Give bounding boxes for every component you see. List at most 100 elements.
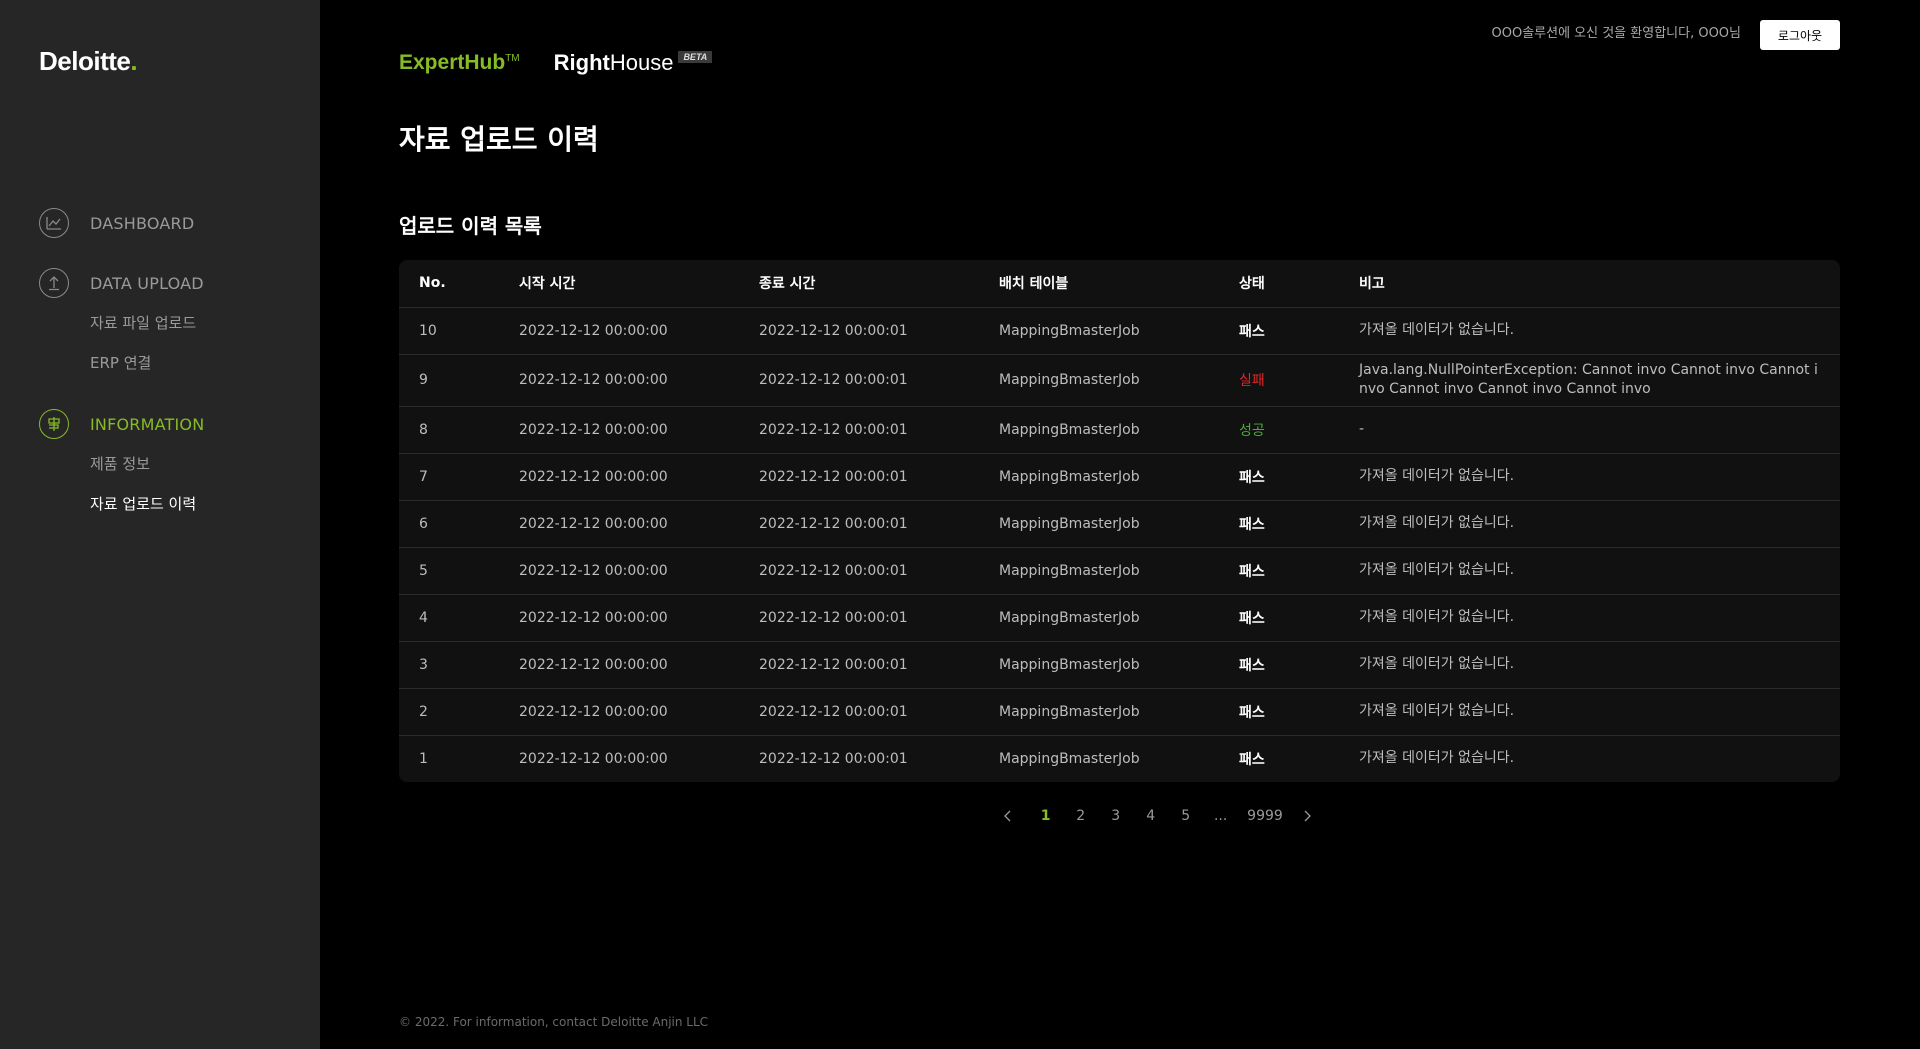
cell-no: 4 [399,594,499,642]
experthub-text: ExpertHub [399,51,506,74]
page-number-button[interactable]: 3 [1107,808,1124,824]
nav-title-dashboard: DASHBOARD [90,213,195,233]
cell-end-time: 2022-12-12 00:00:01 [759,750,908,767]
nav-item-dashboard[interactable]: DASHBOARD [39,207,194,239]
cell-batch-table: MappingBmasterJob [979,641,1219,689]
cell-note: 가져올 데이터가 없습니다. [1339,307,1840,355]
table-row: 2 2022-12-12 00:00:00 2022-12-12 00:00:01 M… [399,688,1840,736]
page-number-button[interactable]: 9999 [1247,808,1283,824]
righthouse-bold: Right [553,50,610,75]
nav-title-information: INFORMATION [90,414,205,434]
cell-end-time: 2022-12-12 00:00:01 [739,453,979,501]
chevron-left-icon [1004,810,1011,822]
cell-status: 성공 [1219,406,1339,454]
cell-start-time: 2022-12-12 00:00:00 [499,453,739,501]
cell-start-time: 2022-12-12 00:00:00 [499,547,739,595]
page-number-button[interactable]: 4 [1142,808,1159,824]
cell-note: 가져올 데이터가 없습니다. [1339,453,1840,501]
logo-dot: . [130,46,138,76]
nav-sub-erp-connect[interactable]: ERP 연결 [90,343,204,383]
righthouse-logo[interactable]: RightHouse [554,50,674,76]
cell-no: 8 [399,406,499,454]
cell-end-time: 2022-12-12 00:00:01 [739,500,979,548]
cell-note: - [1339,406,1840,454]
cell-start-time: 2022-12-12 00:00:00 [519,750,668,767]
cell-batch-table: MappingBmasterJob [979,406,1219,454]
page-number-button[interactable]: 1 [1037,808,1054,824]
page-number-button[interactable]: 5 [1177,808,1194,824]
cell-end-time: 2022-12-12 00:00:01 [739,594,979,642]
product-brand: ExpertHubTM RightHouse BETA [399,50,713,76]
nav-group-data-upload: DATA UPLOAD 자료 파일 업로드 ERP 연결 [39,267,204,383]
experthub-logo[interactable]: ExpertHubTM [399,51,520,75]
cell-note: 가져올 데이터가 없습니다. [1339,594,1840,642]
page-number-button[interactable]: 2 [1072,808,1089,824]
cell-no: 6 [399,500,499,548]
cell-no: 7 [399,453,499,501]
cell-end-time: 2022-12-12 00:00:01 [739,307,979,355]
cell-status: 패스 [1219,307,1339,355]
cell-status: 패스 [1219,547,1339,595]
cell-batch-table: MappingBmasterJob [979,307,1219,355]
cell-batch-table: MappingBmasterJob [979,594,1219,642]
table-row: 10 2022-12-12 00:00:00 2022-12-12 00:00:01… [399,307,1840,355]
cell-status: 패스 [1239,751,1265,768]
table-row: 6 2022-12-12 00:00:00 2022-12-12 00:00:01 M… [399,500,1840,548]
section-title: 업로드 이력 목록 [399,214,542,238]
prev-page-button[interactable] [1002,809,1019,823]
nav-sub-file-upload[interactable]: 자료 파일 업로드 [90,303,204,343]
nav-title-data-upload: DATA UPLOAD [90,273,204,293]
table-body: 10 2022-12-12 00:00:00 2022-12-12 00:00:01… [399,307,1840,782]
cell-note: 가져올 데이터가 없습니다. [1359,750,1515,767]
cell-start-time: 2022-12-12 00:00:00 [499,354,739,407]
cell-note: Java.lang.NullPointerException: Cannot i… [1339,354,1840,407]
nav-sub-product-info[interactable]: 제품 정보 [90,444,204,484]
cell-status: 패스 [1219,688,1339,736]
table-row: 7 2022-12-12 00:00:00 2022-12-12 00:00:01 M… [399,453,1840,501]
column-header-no: No. [399,260,499,308]
cell-no: 9 [399,354,499,407]
next-page-button[interactable] [1301,809,1318,823]
column-header-batch-table: 배치 테이블 [979,260,1219,308]
chevron-right-icon [1304,810,1311,822]
cell-start-time: 2022-12-12 00:00:00 [499,500,739,548]
nav-group-dashboard: DASHBOARD [39,207,194,239]
table-row: 8 2022-12-12 00:00:00 2022-12-12 00:00:01 M… [399,406,1840,454]
cell-end-time: 2022-12-12 00:00:01 [739,641,979,689]
cell-start-time: 2022-12-12 00:00:00 [499,406,739,454]
signpost-icon [39,409,69,439]
cell-batch-table: MappingBmasterJob [979,453,1219,501]
main-content: ExpertHubTM RightHouse BETA OOO솔루션에 오신 것… [320,0,1920,1049]
cell-start-time: 2022-12-12 00:00:00 [499,594,739,642]
table-header-row: No. 시작 시간 종료 시간 배치 테이블 상태 비고 [399,260,1840,308]
nav-item-data-upload[interactable]: DATA UPLOAD [39,267,204,299]
cell-end-time: 2022-12-12 00:00:01 [739,547,979,595]
column-header-note: 비고 [1339,260,1840,308]
upload-history-table: No. 시작 시간 종료 시간 배치 테이블 상태 비고 10 2022-12-1… [399,260,1840,782]
logout-button[interactable]: 로그아웃 [1760,20,1840,50]
sidebar: Deloitte. DASHBOARD DATA UPLOAD 자료 파일 업로… [0,0,320,1049]
nav-sub-upload-history[interactable]: 자료 업로드 이력 [90,484,204,524]
cell-no: 5 [399,547,499,595]
table-row: 3 2022-12-12 00:00:00 2022-12-12 00:00:01 M… [399,641,1840,689]
cell-no: 1 [419,750,428,767]
nav-item-information[interactable]: INFORMATION [39,408,204,440]
cell-note: 가져올 데이터가 없습니다. [1339,688,1840,736]
cell-batch-table: MappingBmasterJob [999,750,1140,767]
cell-no: 10 [399,307,499,355]
cell-start-time: 2022-12-12 00:00:00 [499,688,739,736]
footer-copyright: © 2022. For information, contact Deloitt… [399,1015,709,1029]
table-row: 9 2022-12-12 00:00:00 2022-12-12 00:00:01 M… [399,354,1840,407]
cell-end-time: 2022-12-12 00:00:01 [739,406,979,454]
logo-text: Deloitte [39,46,131,76]
deloitte-logo[interactable]: Deloitte. [39,46,138,77]
column-header-status: 상태 [1219,260,1339,308]
cell-note: 가져올 데이터가 없습니다. [1339,500,1840,548]
cell-end-time: 2022-12-12 00:00:01 [739,354,979,407]
welcome-message: OOO솔루션에 오신 것을 환영합니다, OOO님 [1491,26,1742,41]
cell-status: 패스 [1219,453,1339,501]
cell-start-time: 2022-12-12 00:00:00 [499,641,739,689]
cell-status: 패스 [1219,594,1339,642]
cell-no: 2 [399,688,499,736]
righthouse-rest: House [609,50,674,75]
